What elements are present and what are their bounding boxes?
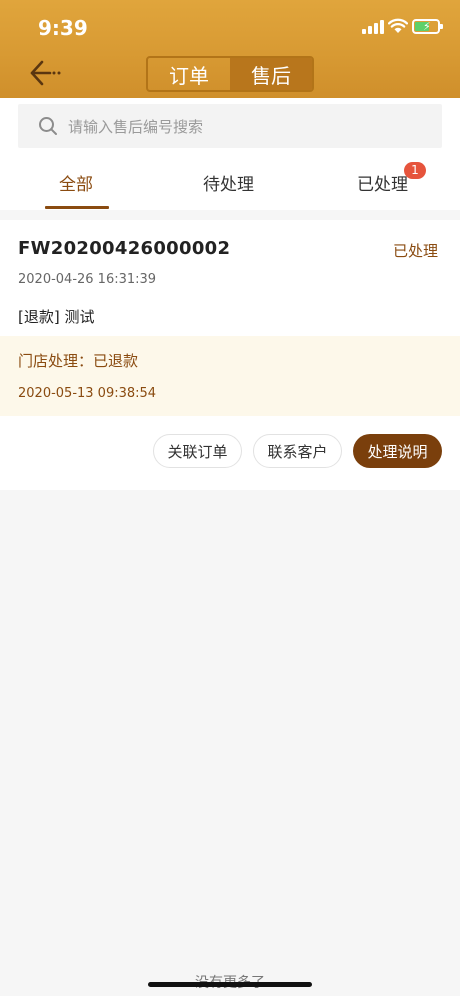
search-input[interactable]: 请输入售后编号搜索 xyxy=(18,104,442,148)
segment-aftersale[interactable]: 售后 xyxy=(230,58,312,90)
signal-icon xyxy=(362,20,384,34)
aftersale-description: [退款] 测试 xyxy=(18,308,95,326)
order-aftersale-switch: 订单 售后 xyxy=(146,56,314,92)
battery-icon: ⚡ xyxy=(412,19,443,34)
search-icon xyxy=(39,117,57,135)
created-time: 2020-04-26 16:31:39 xyxy=(18,272,157,287)
search-placeholder: 请输入售后编号搜索 xyxy=(68,118,204,136)
status-time: 9:39 xyxy=(38,16,88,40)
store-handling-result: 门店处理：已退款 xyxy=(18,352,139,370)
aftersale-card[interactable]: FW20200426000002 已处理 2020-04-26 16:31:39… xyxy=(0,220,460,490)
home-indicator[interactable] xyxy=(148,982,312,987)
status-badge: 已处理 xyxy=(392,242,438,260)
tab-pending[interactable]: 待处理 xyxy=(203,170,254,195)
aftersale-number: FW20200426000002 xyxy=(18,238,231,259)
handling-notes-button[interactable]: 处理说明 xyxy=(353,434,442,468)
processed-count-badge: 1 xyxy=(404,162,426,179)
related-order-button[interactable]: 关联订单 xyxy=(153,434,242,468)
wifi-icon xyxy=(388,18,408,33)
tab-processed[interactable]: 已处理 xyxy=(357,170,408,195)
segment-orders[interactable]: 订单 xyxy=(148,58,230,90)
store-handling-time: 2020-05-13 09:38:54 xyxy=(18,386,157,401)
status-tabs: 全部 待处理 已处理 1 xyxy=(0,154,460,210)
search-bar: 请输入售后编号搜索 xyxy=(0,98,460,154)
active-tab-indicator xyxy=(45,206,109,209)
tab-all[interactable]: 全部 xyxy=(59,170,93,195)
status-bar: 9:39 ⚡ xyxy=(0,0,460,52)
header: 9:39 ⚡ 订单 售后 xyxy=(0,0,460,98)
contact-customer-button[interactable]: 联系客户 xyxy=(253,434,342,468)
store-handling-box: 门店处理：已退款 2020-05-13 09:38:54 xyxy=(0,336,460,416)
back-arrow-icon[interactable] xyxy=(28,58,62,88)
